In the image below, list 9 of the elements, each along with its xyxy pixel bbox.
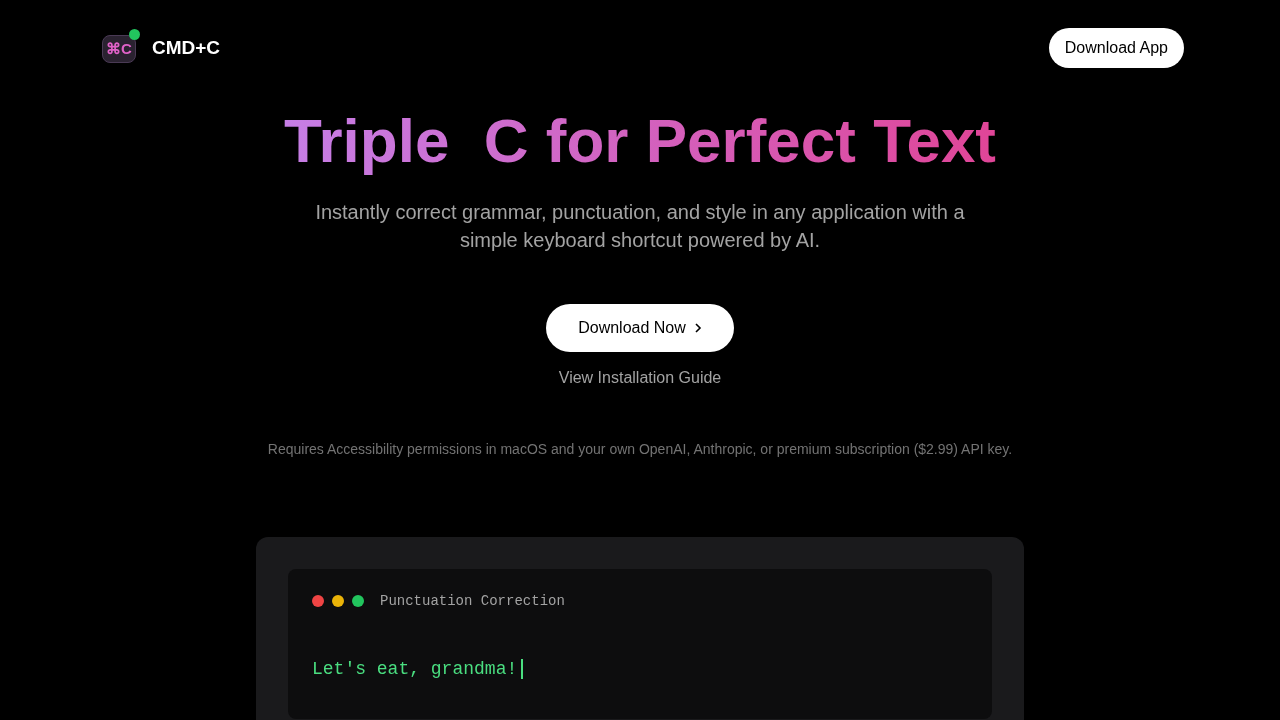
download-now-button[interactable]: Download Now xyxy=(546,304,734,353)
installation-guide-link[interactable]: View Installation Guide xyxy=(558,369,722,388)
download-app-button[interactable]: Download App xyxy=(1048,28,1184,68)
chevron-right-icon xyxy=(693,322,702,335)
requirements-note: Requires Accessibility permissions in macOS and your own OpenAI, Anthropic, or premium subscription ($2.99) API key. xyxy=(267,441,1013,458)
demo-title: Punctuation Correction xyxy=(380,593,565,610)
hero-subtitle: Instantly correct grammar, punctuation, and style in any application with a simple keyboard shortcut powered by AI. xyxy=(314,200,966,254)
demo-text: Let's eat, grandma! xyxy=(312,659,518,680)
brand-name: CMD+C xyxy=(152,37,221,59)
